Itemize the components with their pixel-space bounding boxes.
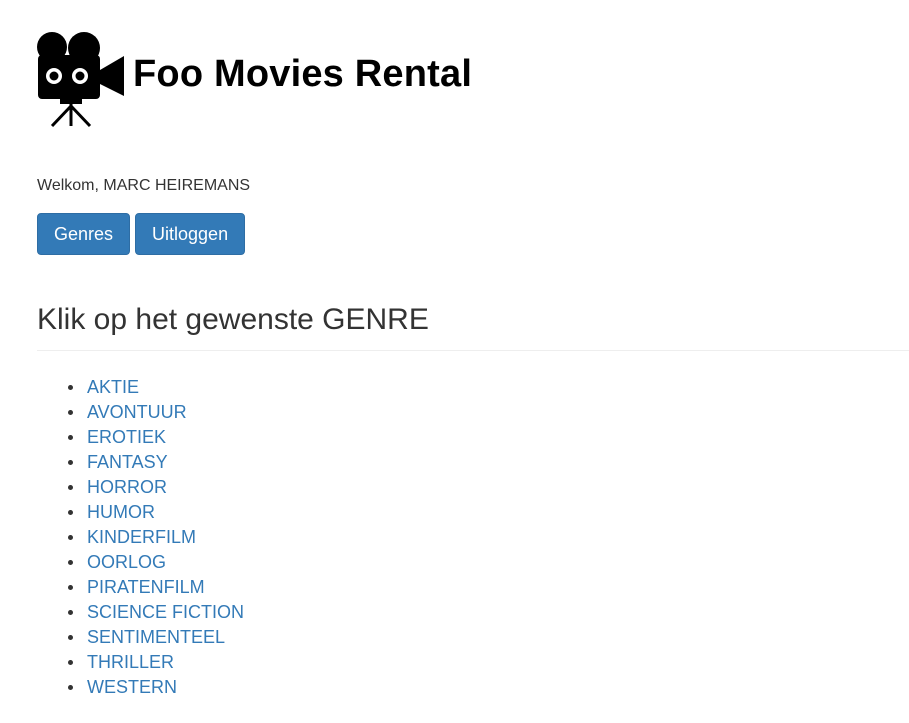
list-item: EROTIEK <box>68 425 244 450</box>
list-item: AKTIE <box>68 375 244 400</box>
bullet <box>68 385 73 390</box>
genre-link-thriller[interactable]: THRILLER <box>87 652 174 672</box>
bullet <box>68 560 73 565</box>
list-item: SENTIMENTEEL <box>68 625 244 650</box>
genre-link-fantasy[interactable]: FANTASY <box>87 452 168 472</box>
list-item: OORLOG <box>68 550 244 575</box>
bullet <box>68 535 73 540</box>
genre-link-horror[interactable]: HORROR <box>87 477 167 497</box>
bullet <box>68 685 73 690</box>
bullet <box>68 460 73 465</box>
list-item: AVONTUUR <box>68 400 244 425</box>
bullet <box>68 435 73 440</box>
genre-list: AKTIE AVONTUUR EROTIEK FANTASY HORROR HU… <box>37 375 244 700</box>
page-title: Klik op het gewenste GENRE <box>37 303 429 336</box>
list-item: KINDERFILM <box>68 525 244 550</box>
movie-camera-icon <box>37 32 124 128</box>
logout-button[interactable]: Uitloggen <box>135 213 246 255</box>
divider <box>37 350 909 351</box>
genre-link-humor[interactable]: HUMOR <box>87 502 155 522</box>
bullet <box>68 410 73 415</box>
genre-link-kinderfilm[interactable]: KINDERFILM <box>87 527 196 547</box>
genre-link-sentimenteel[interactable]: SENTIMENTEEL <box>87 627 225 647</box>
bullet <box>68 610 73 615</box>
genre-link-aktie[interactable]: AKTIE <box>87 377 139 397</box>
list-item: THRILLER <box>68 650 244 675</box>
list-item: WESTERN <box>68 675 244 700</box>
genre-link-piratenfilm[interactable]: PIRATENFILM <box>87 577 205 597</box>
bullet <box>68 635 73 640</box>
bullet <box>68 510 73 515</box>
bullet <box>68 485 73 490</box>
bullet <box>68 585 73 590</box>
genre-link-western[interactable]: WESTERN <box>87 677 177 697</box>
genres-button[interactable]: Genres <box>37 213 131 255</box>
site-title: Foo Movies Rental <box>133 52 473 95</box>
list-item: HUMOR <box>68 500 244 525</box>
list-item: SCIENCE FICTION <box>68 600 244 625</box>
genre-link-science-fiction[interactable]: SCIENCE FICTION <box>87 602 244 622</box>
bullet <box>68 660 73 665</box>
list-item: HORROR <box>68 475 244 500</box>
genre-link-oorlog[interactable]: OORLOG <box>87 552 166 572</box>
list-item: PIRATENFILM <box>68 575 244 600</box>
site-logo[interactable]: Foo Movies Rental <box>32 30 472 128</box>
action-buttons: Genres Uitloggen <box>37 213 246 255</box>
genre-link-erotiek[interactable]: EROTIEK <box>87 427 166 447</box>
page: Foo Movies Rental Welkom, MARC HEIREMANS… <box>0 0 909 723</box>
list-item: FANTASY <box>68 450 244 475</box>
genre-link-avontuur[interactable]: AVONTUUR <box>87 402 187 422</box>
welcome-message: Welkom, MARC HEIREMANS <box>37 177 251 194</box>
